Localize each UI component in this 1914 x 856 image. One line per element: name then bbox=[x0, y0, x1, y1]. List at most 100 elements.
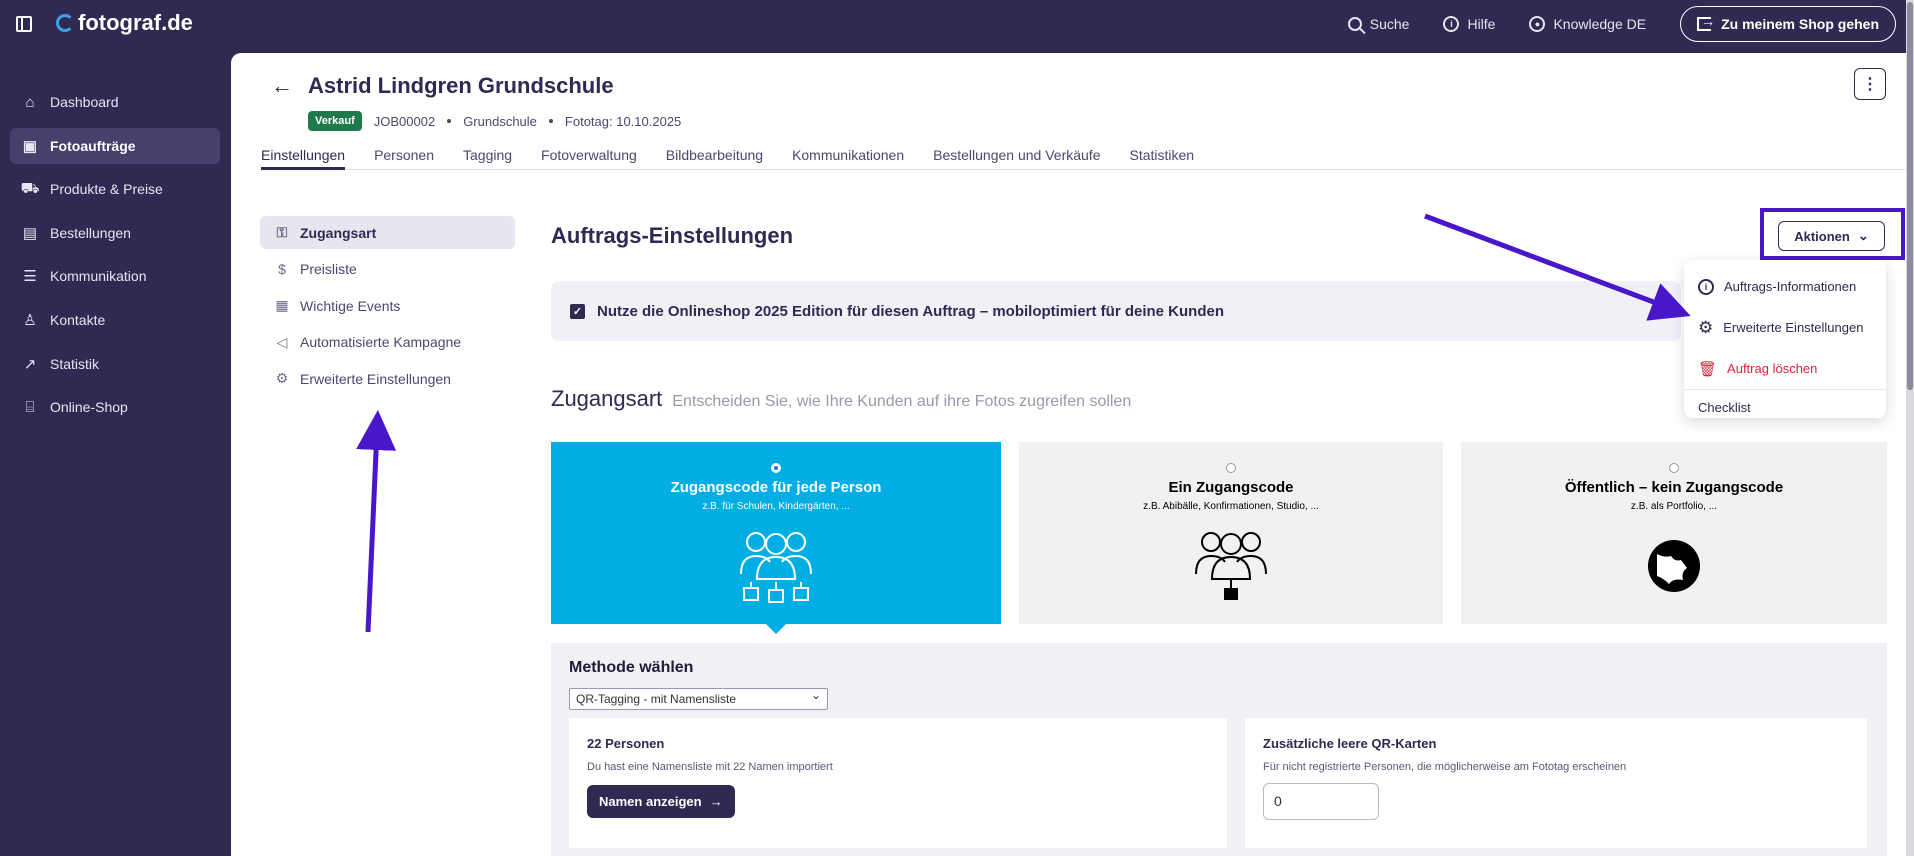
search-label: Suche bbox=[1369, 16, 1410, 32]
cart-icon: ⛟ bbox=[20, 179, 40, 197]
tab-bestellungen[interactable]: Bestellungen und Verkäufe bbox=[933, 135, 1100, 170]
more-options-button[interactable]: ⋮ bbox=[1854, 68, 1886, 100]
sidebar-item-dashboard[interactable]: ⌂ Dashboard bbox=[10, 84, 220, 120]
menu-item-delete-job[interactable]: 🗑 Auftrag löschen bbox=[1684, 348, 1886, 389]
image-icon: ▣ bbox=[22, 137, 38, 155]
sidebar-item-online-shop[interactable]: ⌸ Online-Shop bbox=[10, 389, 220, 425]
sidebar-item-label: Produkte & Preise bbox=[50, 181, 163, 198]
knowledge-label: Knowledge DE bbox=[1553, 16, 1647, 32]
edition-label: Nutze die Onlineshop 2025 Edition für di… bbox=[597, 302, 1224, 320]
job-id: JOB00002 bbox=[373, 113, 436, 129]
sidebar-item-bestellungen[interactable]: ▤ Bestellungen bbox=[10, 215, 220, 251]
subnav-label: Erweiterte Einstellungen bbox=[300, 370, 451, 387]
radio-button[interactable] bbox=[771, 463, 781, 473]
access-card-public[interactable]: Öffentlich – kein Zugangscode z.B. als P… bbox=[1461, 442, 1887, 624]
info-icon: i bbox=[1698, 278, 1714, 295]
photo-day: Fototag: 10.10.2025 bbox=[564, 113, 682, 129]
megaphone-icon: ◁ bbox=[276, 333, 288, 350]
tab-statistiken[interactable]: Statistiken bbox=[1129, 135, 1194, 170]
scrollbar-thumb[interactable] bbox=[1907, 2, 1913, 390]
chevron-down-icon: ⌄ bbox=[1857, 228, 1869, 243]
show-names-label: Namen anzeigen bbox=[599, 794, 702, 809]
sidebar-item-label: Online-Shop bbox=[50, 399, 128, 416]
card-subtitle: z.B. für Schulen, Kindergärten, ... bbox=[702, 501, 850, 512]
qr-cards-input[interactable]: 0 bbox=[1263, 783, 1379, 820]
help-label: Hilfe bbox=[1467, 16, 1496, 32]
persons-title: 22 Personen bbox=[587, 736, 665, 751]
search-link[interactable]: Suche bbox=[1347, 16, 1410, 32]
qr-cards-panel: Zusätzliche leere QR-Karten Für nicht re… bbox=[1227, 718, 1867, 848]
persons-panel: 22 Personen Du hast eine Namensliste mit… bbox=[569, 718, 1227, 848]
edition-option[interactable]: ✓ Nutze die Onlineshop 2025 Edition für … bbox=[551, 281, 1681, 341]
globe-icon bbox=[1648, 540, 1700, 592]
menu-item-label: Auftrags-Informationen bbox=[1724, 279, 1857, 294]
sidebar-item-kommunikation[interactable]: ☰ Kommunikation bbox=[10, 258, 220, 294]
sidebar-item-label: Fotoaufträge bbox=[50, 137, 136, 154]
method-title: Methode wählen bbox=[569, 659, 694, 676]
tab-tagging[interactable]: Tagging bbox=[463, 135, 512, 170]
sidebar-item-fotoauftraege[interactable]: ▣ Fotoaufträge bbox=[10, 127, 220, 164]
kebab-icon: ⋮ bbox=[1862, 76, 1878, 93]
sidebar-toggle-icon[interactable] bbox=[16, 16, 32, 32]
exit-icon bbox=[1697, 13, 1715, 31]
arrow-right-icon: → bbox=[709, 794, 723, 809]
separator-dot bbox=[447, 119, 452, 123]
tab-einstellungen[interactable]: Einstellungen bbox=[261, 135, 346, 170]
access-subtitle: Entscheiden Sie, wie Ihre Kunden auf ihr… bbox=[672, 393, 1132, 410]
chart-icon: ↗ bbox=[23, 355, 37, 373]
sidebar-item-kontakte[interactable]: ♙ Kontakte bbox=[10, 302, 220, 338]
sidebar-item-statistik[interactable]: ↗ Statistik bbox=[10, 346, 220, 382]
actions-dropdown: i Auftrags-Informationen ⚙ Erweiterte Ei… bbox=[1684, 260, 1886, 418]
tab-bildbearbeitung[interactable]: Bildbearbeitung bbox=[666, 135, 763, 170]
logo-mark-icon bbox=[56, 14, 74, 32]
job-category: Grundschule bbox=[463, 113, 537, 129]
calendar-icon: ▦ bbox=[275, 297, 289, 313]
separator-dot bbox=[548, 119, 553, 123]
page-title: Astrid Lindgren Grundschule bbox=[308, 73, 614, 98]
go-to-shop-button[interactable]: Zu meinem Shop gehen bbox=[1680, 6, 1896, 42]
help-link[interactable]: i Hilfe bbox=[1443, 16, 1495, 32]
subnav-label: Preisliste bbox=[300, 261, 357, 277]
subnav-wichtige-events[interactable]: ▦ Wichtige Events bbox=[260, 289, 515, 322]
brand-logo[interactable]: fotograf.de bbox=[56, 10, 193, 36]
group-single-lock-icon bbox=[1195, 532, 1267, 600]
trash-icon: 🗑 bbox=[1698, 360, 1718, 378]
menu-item-job-info[interactable]: i Auftrags-Informationen bbox=[1684, 266, 1886, 307]
persons-subtitle: Du hast eine Namensliste mit 22 Namen im… bbox=[587, 761, 833, 773]
show-names-button[interactable]: Namen anzeigen → bbox=[587, 785, 735, 818]
subnav-zugangsart[interactable]: ⚿ Zugangsart bbox=[260, 216, 515, 249]
dollar-icon: $ bbox=[278, 261, 286, 277]
card-subtitle: z.B. Abibälle, Konfirmationen, Studio, .… bbox=[1143, 501, 1319, 512]
page-scrollbar[interactable] bbox=[1906, 0, 1914, 856]
menu-item-label: Auftrag löschen bbox=[1727, 361, 1818, 376]
sidebar-item-produkte[interactable]: ⛟ Produkte & Preise bbox=[10, 171, 220, 207]
actions-button[interactable]: Aktionen ⌄ bbox=[1778, 221, 1885, 251]
sidebar: ⌂ Dashboard ▣ Fotoaufträge ⛟ Produkte & … bbox=[0, 84, 230, 433]
info-icon: i bbox=[1443, 16, 1460, 32]
top-bar: fotograf.de Suche i Hilfe ● Knowledge DE… bbox=[0, 0, 1914, 48]
tab-personen[interactable]: Personen bbox=[374, 135, 434, 170]
subnav-preisliste[interactable]: $ Preisliste bbox=[260, 253, 515, 286]
edition-checkbox[interactable]: ✓ bbox=[570, 303, 585, 319]
main-panel: ← Astrid Lindgren Grundschule Verkauf JO… bbox=[231, 53, 1910, 856]
subnav-erweiterte-einstellungen[interactable]: ⚙ Erweiterte Einstellungen bbox=[260, 362, 515, 395]
subnav-label: Zugangsart bbox=[300, 224, 377, 241]
radio-button[interactable] bbox=[1226, 463, 1236, 473]
back-arrow-icon[interactable]: ← bbox=[271, 73, 293, 99]
store-icon: ⌸ bbox=[25, 398, 35, 416]
subnav-kampagne[interactable]: ◁ Automatisierte Kampagne bbox=[260, 326, 515, 359]
knowledge-link[interactable]: ● Knowledge DE bbox=[1529, 16, 1646, 32]
menu-item-checklist[interactable]: Checklist bbox=[1684, 389, 1886, 424]
tab-kommunikationen[interactable]: Kommunikationen bbox=[792, 135, 904, 170]
card-title: Öffentlich – kein Zugangscode bbox=[1564, 479, 1784, 496]
menu-item-advanced-settings[interactable]: ⚙ Erweiterte Einstellungen bbox=[1684, 307, 1886, 348]
box-icon: ▤ bbox=[22, 224, 38, 242]
access-card-per-person[interactable]: Zugangscode für jede Person z.B. für Sch… bbox=[551, 442, 1001, 624]
method-section: Methode wählen QR-Tagging - mit Namensli… bbox=[551, 643, 1887, 856]
access-heading: Zugangsart Entscheiden Sie, wie Ihre Kun… bbox=[551, 386, 1131, 412]
gear-icon: ⚙ bbox=[275, 370, 289, 386]
tab-fotoverwaltung[interactable]: Fotoverwaltung bbox=[541, 135, 637, 170]
radio-button[interactable] bbox=[1669, 463, 1679, 473]
access-card-single-code[interactable]: Ein Zugangscode z.B. Abibälle, Konfirmat… bbox=[1019, 442, 1443, 624]
method-select[interactable]: QR-Tagging - mit Namensliste bbox=[569, 688, 828, 710]
